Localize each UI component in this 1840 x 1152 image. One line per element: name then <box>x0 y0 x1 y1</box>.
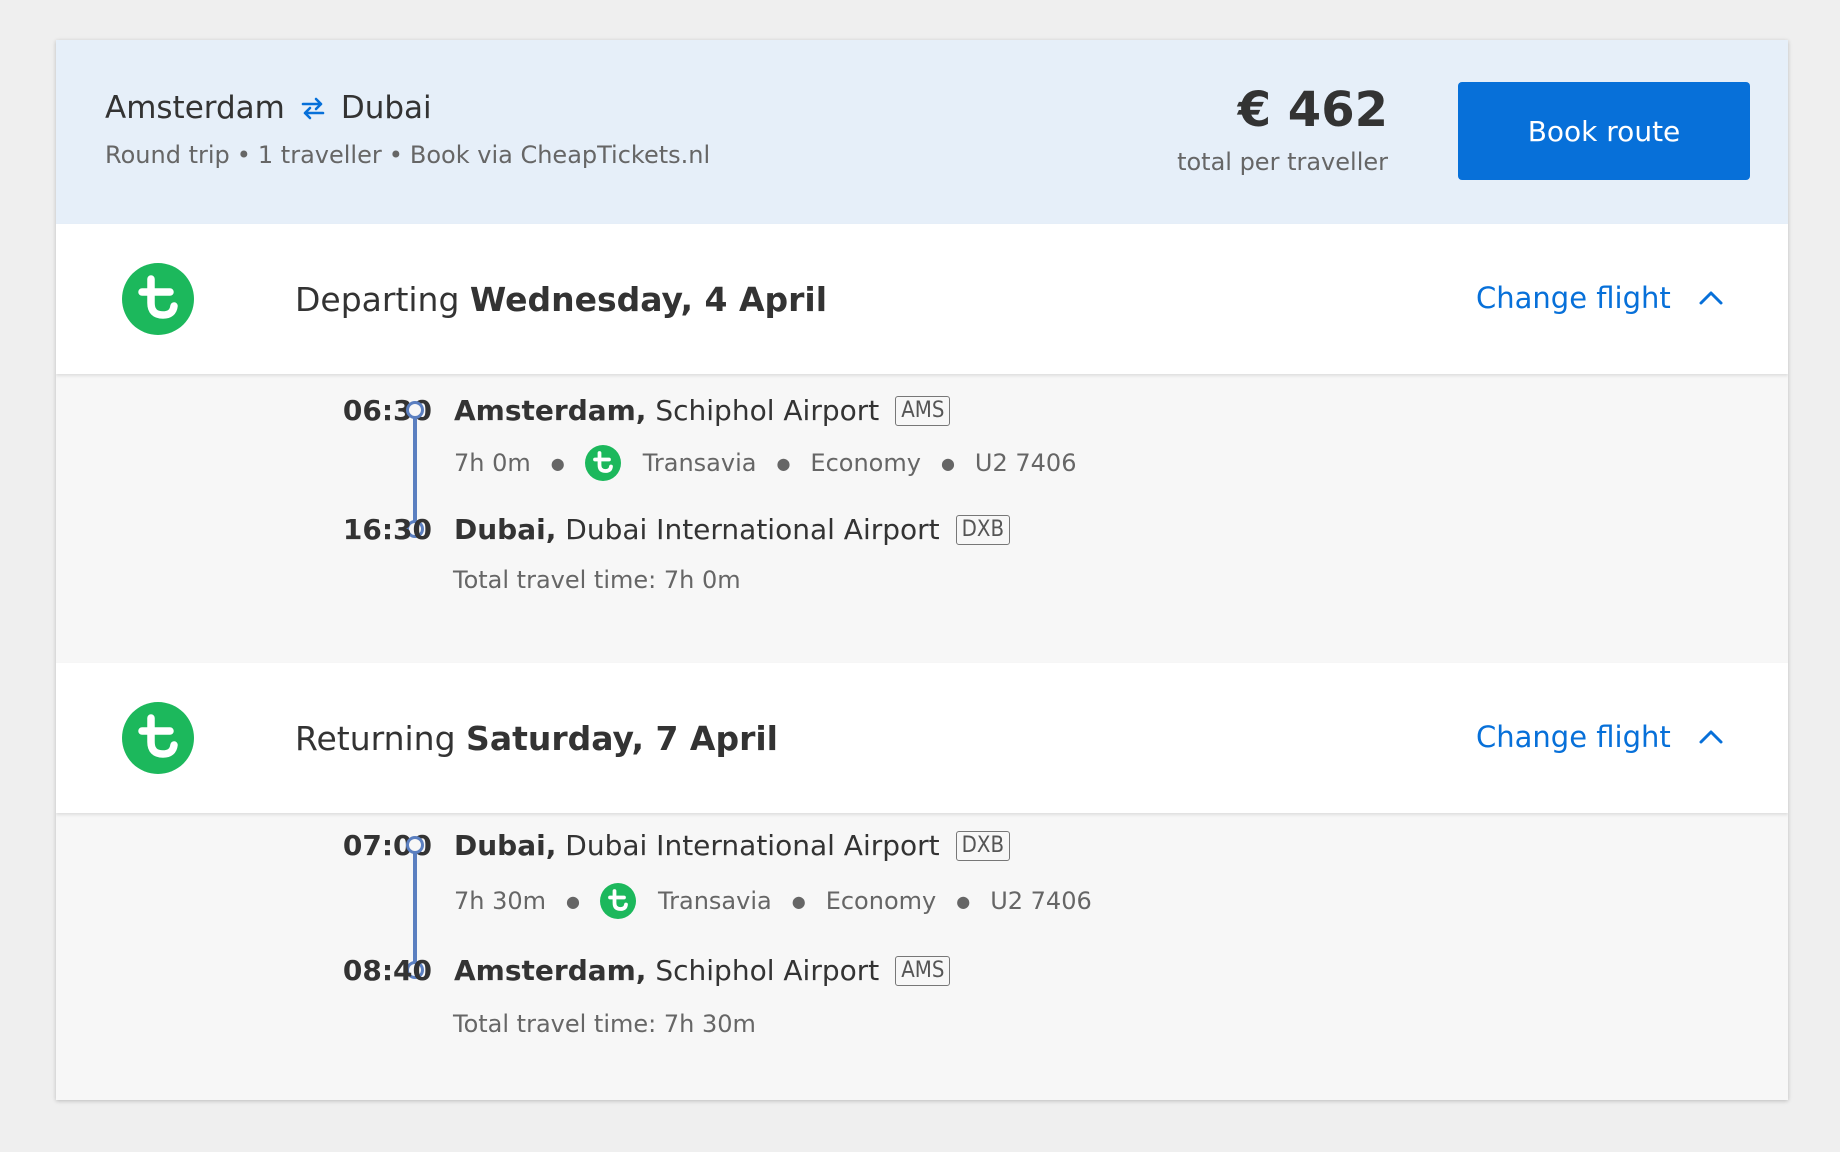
arrival-time: 16:30 <box>342 513 432 546</box>
price-note: total per traveller <box>1177 148 1388 176</box>
airport-code-badge: DXB <box>955 514 1011 545</box>
airline-name: Transavia <box>642 449 757 477</box>
arrival-airport: Dubai, Dubai International Airport DXB <box>454 513 1011 546</box>
round-trip-arrows-icon <box>299 94 327 122</box>
departure-city: Amsterdam, <box>454 394 647 427</box>
timeline-node-departure <box>406 401 424 419</box>
trip-summary: Amsterdam Dubai Round trip • 1 traveller • B… <box>56 40 1788 224</box>
arrival-airport-name: Dubai International Airport <box>565 513 940 546</box>
departure-airport: Dubai, Dubai International Airport DXB <box>454 829 1011 862</box>
departure-airport: Amsterdam, Schiphol Airport AMS <box>454 394 951 427</box>
flight-duration: 7h 30m <box>454 887 547 915</box>
departing-leg-header: Departing Wednesday, 4 April Change flig… <box>56 224 1788 374</box>
flight-number: U2 7406 <box>974 449 1077 477</box>
traveller-count: 1 traveller <box>257 141 382 169</box>
departure-city: Dubai, <box>454 829 557 862</box>
separator-dot: ● <box>956 891 971 911</box>
flight-duration: 7h 0m <box>454 449 531 477</box>
total-travel-time: Total travel time: 7h 30m <box>453 1010 756 1038</box>
departing-leg-details: 06:30 Amsterdam, Schiphol Airport AMS 7h … <box>56 374 1788 663</box>
timeline-line <box>413 849 417 967</box>
flight-number: U2 7406 <box>990 887 1092 915</box>
flight-info: 7h 30m ● Transavia ● Economy ● U2 7406 <box>454 883 1092 919</box>
timeline-line <box>413 414 417 526</box>
leg-date: Wednesday, 4 April <box>469 280 828 319</box>
arrival-city: Amsterdam, <box>454 954 647 987</box>
change-flight-link[interactable]: Change flight <box>1476 281 1671 315</box>
arrival-city: Dubai, <box>454 513 557 546</box>
returning-leg-details: 07:00 Dubai, Dubai International Airport… <box>56 813 1788 1100</box>
separator-dot: • <box>236 141 251 169</box>
trip-subtitle: Round trip • 1 traveller • Book via CheapTic… <box>105 141 710 169</box>
separator-dot: ● <box>550 453 565 473</box>
route-title: Amsterdam Dubai <box>105 90 432 126</box>
arrival-airport: Amsterdam, Schiphol Airport AMS <box>454 954 951 987</box>
origin-city: Amsterdam <box>105 90 285 126</box>
change-flight-link[interactable]: Change flight <box>1476 720 1671 754</box>
separator-dot: ● <box>940 453 955 473</box>
separator-dot: ● <box>776 453 791 473</box>
departing-leg-title: Departing Wednesday, 4 April <box>295 280 827 319</box>
booking-provider: Book via CheapTickets.nl <box>409 141 711 169</box>
returning-leg-header: Returning Saturday, 7 April Change fligh… <box>56 663 1788 813</box>
departure-airport-name: Schiphol Airport <box>655 394 880 427</box>
departure-airport-name: Dubai International Airport <box>565 829 940 862</box>
trip-type: Round trip <box>105 141 230 169</box>
arrival-airport-name: Schiphol Airport <box>655 954 880 987</box>
airport-code-badge: AMS <box>895 395 951 426</box>
transavia-logo-icon <box>122 702 194 774</box>
chevron-up-icon[interactable] <box>1694 282 1728 316</box>
airport-code-badge: AMS <box>895 955 951 986</box>
cabin-class: Economy <box>810 449 921 477</box>
airline-name: Transavia <box>658 887 772 915</box>
separator-dot: ● <box>791 891 806 911</box>
destination-city: Dubai <box>340 90 432 126</box>
airport-code-badge: DXB <box>955 830 1011 861</box>
transavia-logo-icon <box>600 883 636 919</box>
total-price: € 462 <box>1237 82 1388 138</box>
book-route-button[interactable]: Book route <box>1458 82 1750 180</box>
separator-dot: ● <box>566 891 580 911</box>
chevron-up-icon[interactable] <box>1694 721 1728 755</box>
leg-direction: Departing <box>295 280 460 319</box>
transavia-logo-icon <box>584 445 621 481</box>
leg-date: Saturday, 7 April <box>466 719 778 758</box>
cabin-class: Economy <box>825 887 937 915</box>
leg-direction: Returning <box>295 719 456 758</box>
flight-info: 7h 0m ● Transavia ● Economy ● U2 7406 <box>454 445 1076 481</box>
separator-dot: • <box>388 141 403 169</box>
arrival-time: 08:40 <box>342 954 432 987</box>
total-travel-time: Total travel time: 7h 0m <box>453 566 741 594</box>
returning-leg-title: Returning Saturday, 7 April <box>295 719 778 758</box>
trip-card: Amsterdam Dubai Round trip • 1 traveller • B… <box>56 40 1788 1100</box>
timeline-node-departure <box>406 836 424 854</box>
transavia-logo-icon <box>122 263 194 335</box>
